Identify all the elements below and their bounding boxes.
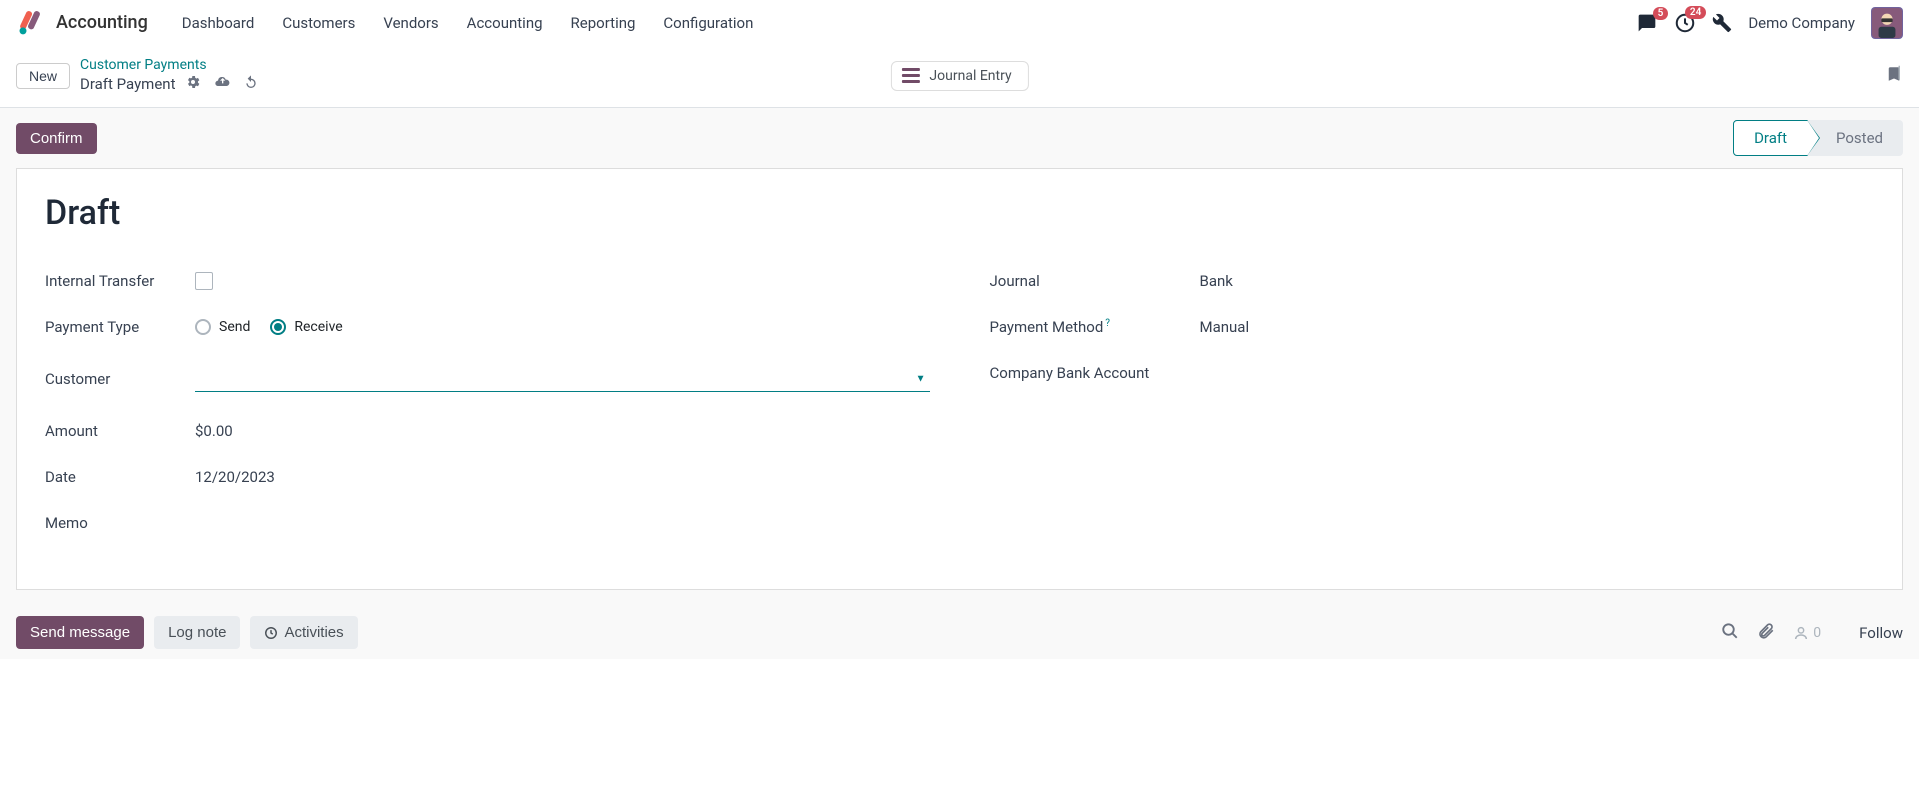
- breadcrumb-parent[interactable]: Customer Payments: [80, 56, 259, 74]
- breadcrumb-current: Draft Payment: [80, 75, 175, 95]
- form-sheet: Draft Internal Transfer Payment Type Sen…: [16, 168, 1903, 590]
- burger-icon: [901, 68, 919, 83]
- cloud-save-icon[interactable]: [213, 74, 231, 96]
- label-payment-type: Payment Type: [45, 318, 195, 336]
- tools-icon[interactable]: [1712, 13, 1732, 33]
- bookmark-icon[interactable]: [1885, 63, 1903, 89]
- label-customer: Customer: [45, 370, 195, 388]
- form-right-column: Journal Bank Payment Method? Manual Comp…: [990, 261, 1875, 549]
- nav-right: 5 24 Demo Company: [1636, 7, 1903, 39]
- person-icon: [1793, 625, 1809, 641]
- nav-menu-customers[interactable]: Customers: [270, 0, 367, 46]
- payment-method-value[interactable]: Manual: [1200, 318, 1875, 336]
- nav-menu-reporting[interactable]: Reporting: [559, 0, 648, 46]
- radio-send-label: Send: [219, 319, 250, 335]
- record-title: Draft: [45, 193, 1874, 233]
- activities-button[interactable]: Activities: [250, 616, 357, 649]
- log-note-button[interactable]: Log note: [154, 616, 240, 649]
- payment-type-receive[interactable]: Receive: [270, 319, 342, 335]
- clock-icon: [264, 626, 278, 640]
- breadcrumb: Customer Payments Draft Payment: [80, 56, 259, 96]
- search-icon[interactable]: [1721, 622, 1739, 644]
- navbar: Accounting Dashboard Customers Vendors A…: [0, 0, 1919, 46]
- app-icon[interactable]: [16, 9, 44, 37]
- status-bar: Draft Posted: [1733, 120, 1903, 156]
- gear-icon[interactable]: [185, 74, 201, 96]
- nav-left: Accounting Dashboard Customers Vendors A…: [16, 0, 765, 46]
- journal-entry-toggle[interactable]: Journal Entry: [890, 61, 1028, 91]
- messages-icon[interactable]: 5: [1636, 13, 1658, 33]
- confirm-button[interactable]: Confirm: [16, 123, 97, 154]
- amount-value[interactable]: $0.00: [195, 422, 930, 440]
- journal-entry-label: Journal Entry: [929, 68, 1011, 84]
- nav-menu-dashboard[interactable]: Dashboard: [170, 0, 267, 46]
- journal-value[interactable]: Bank: [1200, 272, 1875, 290]
- label-company-bank: Company Bank Account: [990, 364, 1200, 382]
- control-bar: New Customer Payments Draft Payment: [0, 46, 1919, 108]
- help-icon[interactable]: ?: [1105, 318, 1110, 329]
- customer-input[interactable]: [195, 366, 930, 392]
- discard-icon[interactable]: [243, 74, 259, 96]
- sheet-container: Draft Internal Transfer Payment Type Sen…: [0, 168, 1919, 606]
- new-button[interactable]: New: [16, 63, 70, 89]
- activities-label: Activities: [284, 624, 343, 641]
- messages-badge: 5: [1653, 7, 1669, 20]
- radio-receive-label: Receive: [294, 319, 342, 335]
- chatter-bar: Send message Log note Activities 0 Follo…: [0, 606, 1919, 659]
- label-journal: Journal: [990, 272, 1200, 290]
- action-bar: Confirm Draft Posted: [0, 108, 1919, 168]
- activities-icon[interactable]: 24: [1674, 12, 1696, 34]
- date-value[interactable]: 12/20/2023: [195, 468, 930, 486]
- follow-button[interactable]: Follow: [1859, 624, 1903, 642]
- activities-badge: 24: [1685, 6, 1706, 19]
- status-draft[interactable]: Draft: [1733, 120, 1808, 156]
- label-date: Date: [45, 468, 195, 486]
- label-payment-method: Payment Method?: [990, 318, 1200, 336]
- user-avatar[interactable]: [1871, 7, 1903, 39]
- form-left-column: Internal Transfer Payment Type Send Rece…: [45, 261, 930, 549]
- nav-menu-configuration[interactable]: Configuration: [651, 0, 765, 46]
- company-switcher[interactable]: Demo Company: [1748, 14, 1855, 32]
- payment-type-group: Send Receive: [195, 319, 343, 335]
- nav-menu-accounting[interactable]: Accounting: [455, 0, 555, 46]
- label-memo: Memo: [45, 514, 195, 532]
- radio-receive-icon: [270, 319, 286, 335]
- followers-count[interactable]: 0: [1793, 625, 1821, 641]
- label-amount: Amount: [45, 422, 195, 440]
- radio-send-icon: [195, 319, 211, 335]
- status-posted[interactable]: Posted: [1808, 120, 1903, 156]
- send-message-button[interactable]: Send message: [16, 616, 144, 649]
- internal-transfer-checkbox[interactable]: [195, 272, 213, 290]
- nav-menu-vendors[interactable]: Vendors: [371, 0, 450, 46]
- app-name[interactable]: Accounting: [56, 12, 148, 33]
- label-internal-transfer: Internal Transfer: [45, 272, 195, 290]
- payment-type-send[interactable]: Send: [195, 319, 250, 335]
- attachment-icon[interactable]: [1757, 622, 1775, 644]
